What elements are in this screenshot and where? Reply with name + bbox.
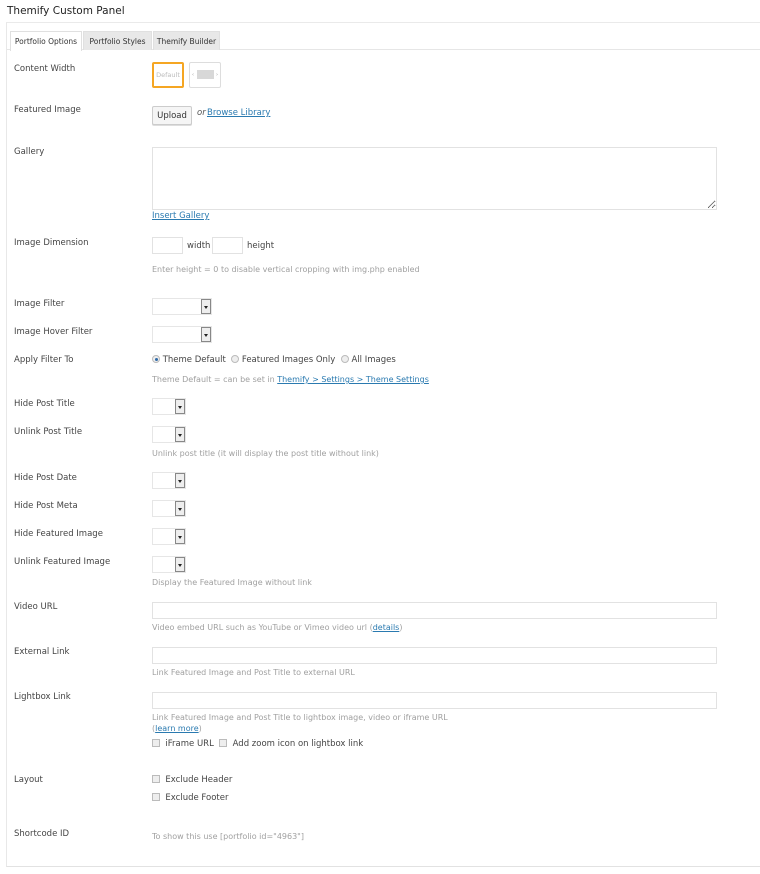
video-url-label: Video URL: [14, 602, 58, 612]
gallery-textarea[interactable]: [152, 147, 717, 210]
image-filter-label: Image Filter: [14, 299, 65, 309]
image-hover-filter-label: Image Hover Filter: [14, 327, 93, 337]
unlink-featured-image-hint: Display the Featured Image without link: [152, 578, 312, 587]
chevron-down-icon: [201, 327, 211, 342]
chevron-down-icon: [175, 473, 185, 488]
hide-post-title-label: Hide Post Title: [14, 399, 75, 409]
external-link-hint: Link Featured Image and Post Title to ex…: [152, 668, 355, 677]
theme-settings-link[interactable]: Themify > Settings > Theme Settings: [277, 375, 429, 384]
iframe-url-checkbox[interactable]: [152, 739, 160, 747]
radio-featured-images-only-label: Featured Images Only: [241, 355, 336, 365]
radio-all-images[interactable]: [340, 355, 349, 363]
tab-themify-builder[interactable]: Themify Builder: [153, 31, 220, 50]
video-url-hint-text: Video embed URL such as YouTube or Vimeo…: [152, 623, 373, 632]
unlink-featured-image-select[interactable]: [152, 556, 186, 573]
unlink-post-title-select[interactable]: [152, 426, 186, 443]
hide-featured-image-label: Hide Featured Image: [14, 529, 103, 539]
chevron-down-icon: [175, 557, 185, 572]
apply-filter-to-label: Apply Filter To: [14, 355, 74, 365]
insert-gallery-link[interactable]: Insert Gallery: [152, 211, 209, 221]
exclude-footer-checkbox[interactable]: [152, 793, 160, 801]
video-url-input[interactable]: [152, 602, 717, 619]
exclude-header-row: Exclude Header: [152, 775, 232, 785]
upload-button[interactable]: Upload: [152, 106, 192, 125]
image-hover-filter-select[interactable]: [152, 326, 212, 343]
radio-theme-default-label: Theme Default: [162, 355, 226, 365]
image-dimension-hint: Enter height = 0 to disable vertical cro…: [152, 265, 420, 274]
apply-filter-hint: Theme Default = can be set in Themify > …: [152, 375, 429, 384]
unlink-post-title-label: Unlink Post Title: [14, 427, 83, 437]
apply-filter-radio-group: Theme Default Featured Images Only All I…: [152, 355, 396, 365]
browse-library-link[interactable]: Browse Library: [207, 108, 270, 118]
layout-label: Layout: [14, 775, 43, 785]
hide-post-meta-select[interactable]: [152, 500, 186, 517]
external-link-input[interactable]: [152, 647, 717, 664]
unlink-post-title-hint: Unlink post title (it will display the p…: [152, 449, 379, 458]
apply-filter-hint-text: Theme Default = can be set in: [152, 375, 278, 384]
hide-post-title-select[interactable]: [152, 398, 186, 415]
zoom-icon-checkbox[interactable]: [219, 739, 228, 747]
iframe-url-label: iFrame URL: [165, 739, 214, 749]
fullwidth-icon: [197, 70, 214, 79]
image-filter-select[interactable]: [152, 298, 212, 315]
learn-more-wrap: (learn more): [152, 724, 202, 733]
exclude-header-checkbox[interactable]: [152, 775, 160, 783]
exclude-footer-label: Exclude Footer: [165, 793, 229, 803]
chevron-down-icon: [175, 427, 185, 442]
chevron-down-icon: [175, 529, 185, 544]
radio-featured-images-only[interactable]: [231, 355, 240, 363]
panel-title: Themify Custom Panel: [7, 5, 125, 17]
arrow-left-icon: ‹: [192, 72, 194, 78]
image-width-input[interactable]: [152, 237, 183, 254]
lightbox-options: iFrame URL Add zoom icon on lightbox lin…: [152, 739, 363, 749]
or-text: or: [197, 108, 206, 118]
hide-featured-image-select[interactable]: [152, 528, 186, 545]
shortcode-id-text: To show this use [portfolio id="4963"]: [152, 832, 304, 841]
featured-image-label: Featured Image: [14, 105, 81, 115]
radio-theme-default[interactable]: [152, 355, 160, 363]
video-url-hint-suffix: ): [399, 623, 403, 632]
external-link-label: External Link: [14, 647, 70, 657]
image-dimension-label: Image Dimension: [14, 238, 89, 248]
exclude-header-label: Exclude Header: [165, 775, 233, 785]
content-width-fullwidth-option[interactable]: ‹ ›: [189, 62, 221, 88]
video-url-hint: Video embed URL such as YouTube or Vimeo…: [152, 623, 402, 632]
width-label: width: [187, 241, 211, 251]
learn-more-link[interactable]: learn more: [155, 724, 199, 733]
image-height-input[interactable]: [212, 237, 243, 254]
height-label: height: [247, 241, 275, 251]
tab-portfolio-options[interactable]: Portfolio Options: [10, 31, 82, 51]
content-width-label: Content Width: [14, 64, 76, 74]
tab-portfolio-styles[interactable]: Portfolio Styles: [83, 31, 152, 50]
lightbox-link-hint: Link Featured Image and Post Title to li…: [152, 713, 448, 722]
default-option-text: Default: [156, 71, 180, 79]
gallery-label: Gallery: [14, 147, 45, 157]
learn-more-suffix: ): [198, 724, 202, 733]
unlink-featured-image-label: Unlink Featured Image: [14, 557, 111, 567]
content-width-default-option[interactable]: Default: [152, 62, 184, 88]
zoom-icon-label: Add zoom icon on lightbox link: [232, 739, 364, 749]
details-link[interactable]: details: [373, 623, 400, 632]
hide-post-meta-label: Hide Post Meta: [14, 501, 78, 511]
lightbox-link-input[interactable]: [152, 692, 717, 709]
shortcode-id-label: Shortcode ID: [14, 829, 70, 839]
hide-post-date-select[interactable]: [152, 472, 186, 489]
radio-all-images-label: All Images: [351, 355, 396, 365]
chevron-down-icon: [175, 501, 185, 516]
arrow-right-icon: ›: [216, 72, 218, 78]
chevron-down-icon: [175, 399, 185, 414]
tab-bar: Portfolio Options Portfolio Styles Themi…: [7, 31, 760, 51]
exclude-footer-row: Exclude Footer: [152, 793, 228, 803]
lightbox-link-label: Lightbox Link: [14, 692, 71, 702]
chevron-down-icon: [201, 299, 211, 314]
hide-post-date-label: Hide Post Date: [14, 473, 77, 483]
